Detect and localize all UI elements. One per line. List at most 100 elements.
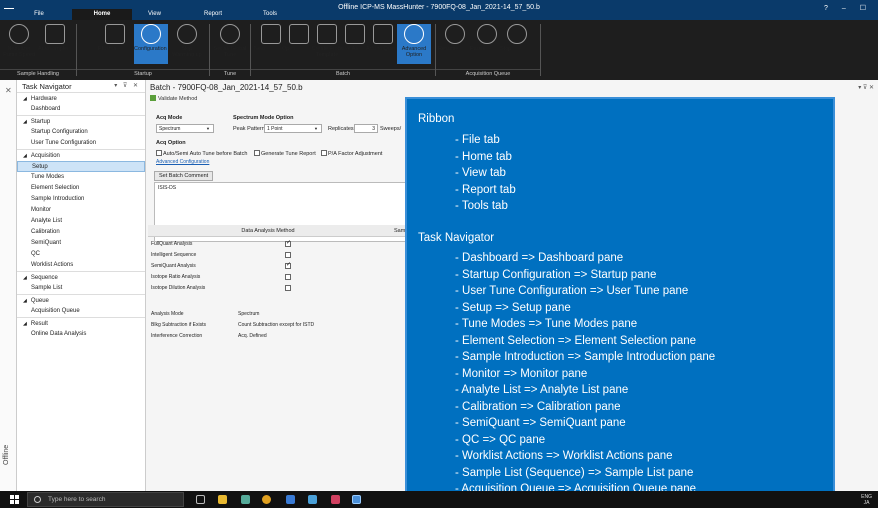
plasma-icon [105, 24, 125, 44]
play-icon [445, 24, 465, 44]
pause-button[interactable]: Pause [470, 24, 504, 64]
overlay-ribbon-title: Ribbon [418, 113, 455, 125]
nav-item-semiquant[interactable]: SemiQuant [17, 238, 145, 249]
overlay-ribbon-line: - Home tab [455, 150, 512, 163]
ribbon-tabs: File Home View Report Tools [0, 9, 878, 20]
table-row: Blkg Subtraction if Exists Count Subtract… [151, 322, 315, 328]
autosampler-icon [45, 24, 65, 44]
save-icon [345, 24, 365, 44]
nav-section-startup[interactable]: ◢ Startup [17, 115, 145, 127]
analysis-checkbox[interactable] [285, 241, 292, 248]
tab-view[interactable]: View [137, 9, 172, 20]
system-tray[interactable]: ENG JA [861, 494, 872, 506]
configuration-button[interactable]: Configuration [134, 24, 168, 64]
acq-mode-select[interactable]: Spectrum ▼ [156, 124, 214, 133]
table-row: Interference Correction Acq. Defined [151, 333, 267, 339]
masshunter-taskbar-icon[interactable] [352, 495, 361, 504]
stop-button[interactable]: Stop [500, 24, 534, 64]
nav-item-analyte-list[interactable]: Analyte List [17, 216, 145, 227]
chevron-down-icon: ▼ [206, 126, 210, 131]
overlay-nav-line: - Tune Modes => Tune Modes pane [455, 318, 638, 330]
replicates-input[interactable]: 3 [354, 124, 378, 133]
overlay-nav-line: - Setup => Setup pane [455, 301, 571, 314]
pa-factor-checkbox[interactable] [321, 150, 327, 156]
app-icon-4[interactable] [286, 495, 295, 504]
analysis-checkbox[interactable] [285, 252, 292, 259]
tab-home[interactable]: Home [72, 9, 132, 20]
option-generate-tune-report[interactable]: Generate Tune Report [254, 150, 316, 157]
nav-item-worklist-actions[interactable]: Worklist Actions [17, 260, 145, 271]
nav-item-qc[interactable]: QC [17, 249, 145, 260]
table-row: Analysis Mode Spectrum [151, 311, 260, 317]
overlay-ribbon-line: - File tab [455, 134, 500, 146]
overlay-nav-line: - Sample Introduction => Sample Introduc… [455, 351, 716, 363]
tab-file[interactable]: File [22, 9, 56, 20]
nav-item-dashboard[interactable]: Dashboard [17, 104, 145, 115]
overlay-nav-line: - Calibration => Calibration pane [455, 400, 621, 413]
nav-section-sequence[interactable]: ◢ Sequence [17, 271, 145, 283]
group-sample-handling: Sample Handling [0, 69, 76, 78]
resume-button[interactable]: Resume [438, 24, 472, 64]
app-icon-6[interactable] [331, 495, 340, 504]
pump-icon [9, 24, 29, 44]
advanced-configuration-link[interactable]: Advanced Configuration [156, 159, 209, 165]
analysis-checkbox[interactable] [285, 285, 292, 292]
nav-section-queue[interactable]: ◢ Queue [17, 294, 145, 306]
task-view-icon[interactable] [196, 495, 205, 504]
group-tune: Tune [210, 69, 250, 78]
nav-item-calibration[interactable]: Calibration [17, 227, 145, 238]
peak-pattern-select[interactable]: 1 Point ▼ [264, 124, 322, 133]
nav-item-sample-list[interactable]: Sample List [17, 283, 145, 294]
table-row: SemiQuant Analysis [148, 261, 388, 272]
nav-item-monitor[interactable]: Monitor [17, 205, 145, 216]
validate-icon [150, 95, 156, 101]
overlay-nav-line: - Monitor => Monitor pane [455, 367, 588, 380]
app-icon-2[interactable] [241, 495, 250, 504]
autosampler-button[interactable]: Autosampler [38, 24, 72, 64]
tab-report[interactable]: Report [196, 9, 230, 20]
nav-section-result[interactable]: ◢ Result [17, 317, 145, 329]
nav-item-user-tune-configuration[interactable]: User Tune Configuration [17, 138, 145, 149]
nav-item-startup-configuration[interactable]: Startup Configuration [17, 127, 145, 138]
nav-section-acquisition[interactable]: ◢ Acquisition [17, 149, 145, 161]
option-pa-factor[interactable]: P/A Factor Adjustment [321, 150, 382, 157]
close-icon[interactable]: ✕ [5, 86, 12, 95]
option-auto-tune[interactable]: Auto/Semi Auto Tune before Batch [156, 150, 247, 157]
new-file-icon [261, 24, 281, 44]
validate-method-button[interactable]: Validate Method [150, 95, 197, 102]
plasma-button[interactable]: Plasma [98, 24, 132, 64]
skip-icon [177, 24, 197, 44]
nav-item-acquisition-queue[interactable]: Acquisition Queue [17, 306, 145, 317]
windows-start-icon[interactable] [10, 495, 19, 504]
pane-controls-right[interactable]: ▾ ⊽ ✕ [858, 84, 874, 91]
nav-section-hardware[interactable]: ◢ Hardware [17, 92, 145, 104]
nav-item-online-data-analysis[interactable]: Online Data Analysis [17, 329, 145, 340]
skip-warming-button[interactable]: Skip Warming up [170, 24, 204, 64]
collapse-triangle-icon: ◢ [23, 119, 27, 125]
file-explorer-icon[interactable] [218, 495, 227, 504]
overlay-nav-line: - Dashboard => Dashboard pane [455, 252, 624, 264]
overlay-ribbon-line: - Tools tab [455, 200, 508, 212]
chrome-icon[interactable] [262, 495, 271, 504]
advanced-option-button[interactable]: Advanced Option [397, 24, 431, 64]
app-icon-5[interactable] [308, 495, 317, 504]
tune-report-checkbox[interactable] [254, 150, 260, 156]
gear-icon [141, 24, 161, 44]
nav-item-element-selection[interactable]: Element Selection [17, 183, 145, 194]
auto-tune-checkbox[interactable] [156, 150, 162, 156]
analysis-checkbox[interactable] [285, 274, 292, 281]
nav-item-setup[interactable]: Setup [17, 161, 145, 172]
nav-item-tune-modes[interactable]: Tune Modes [17, 172, 145, 183]
tab-tools[interactable]: Tools [253, 9, 287, 20]
pane-controls[interactable]: ▾ ⊽ ✕ [114, 82, 140, 89]
overlay-ribbon-line: - View tab [455, 167, 506, 179]
table-row: FullQuant Analysis [148, 239, 388, 250]
overlay-nav-line: - Sample List (Sequence) => Sample List … [455, 466, 694, 479]
nebulizer-pump-button[interactable]: Nebulizer Pump Speed [2, 24, 36, 64]
nav-item-sample-introduction[interactable]: Sample Introduction [17, 194, 145, 205]
analysis-checkbox[interactable] [285, 263, 292, 270]
set-batch-comment-button[interactable]: Set Batch Comment [154, 171, 214, 181]
taskbar-search[interactable]: Type here to search [27, 492, 184, 507]
add-to-queue-button[interactable]: Add to Queue [366, 24, 400, 64]
set-global-tune-button[interactable]: Set as Global Tune [213, 24, 247, 64]
